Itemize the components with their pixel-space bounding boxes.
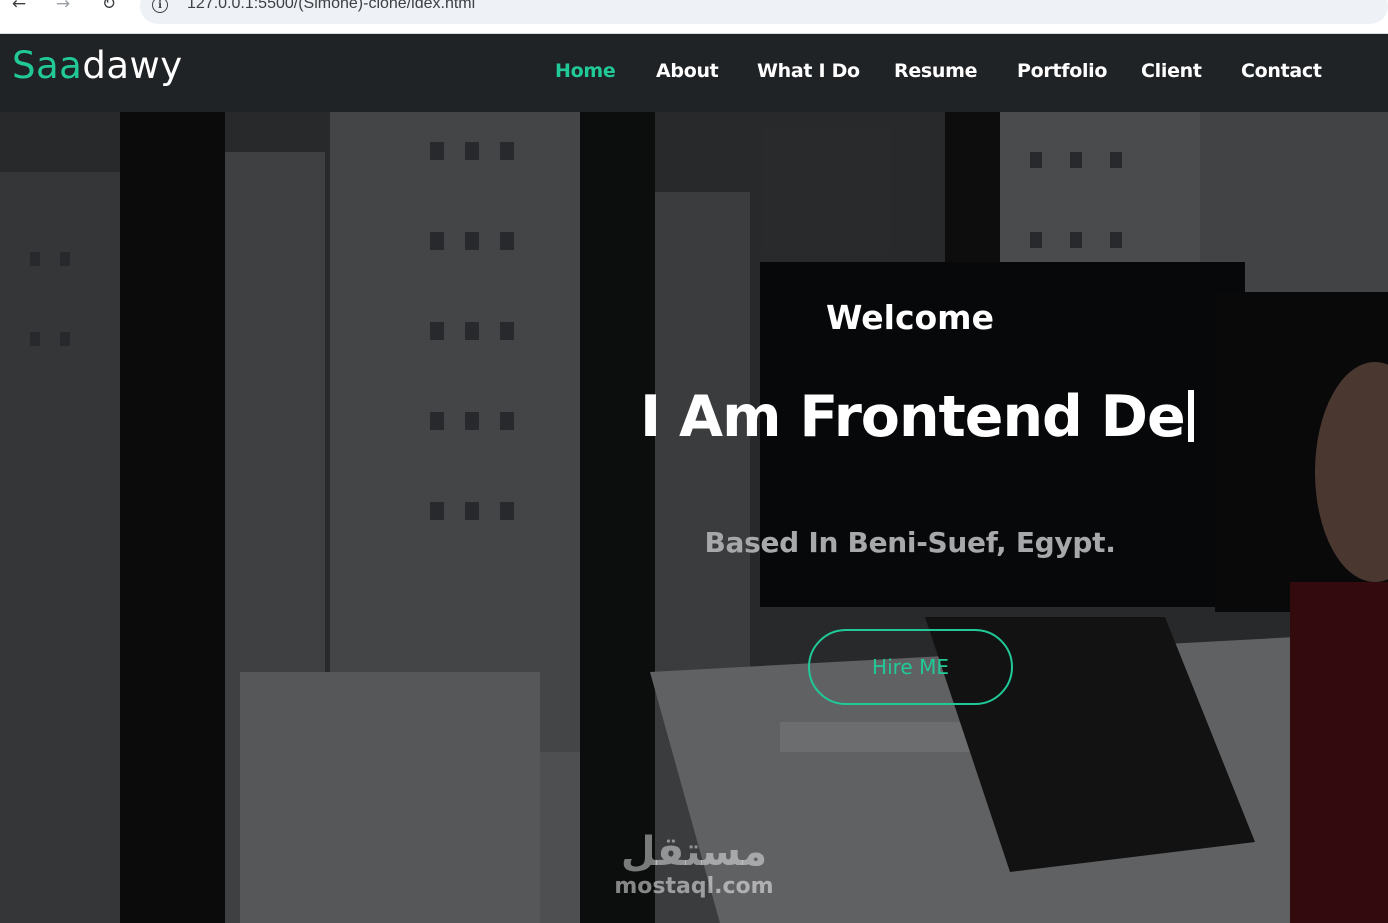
typing-caret [1187,390,1194,442]
arrow-left-icon[interactable]: ← [6,0,32,12]
nav-about[interactable]: About [656,60,719,82]
logo-part-white: dawy [82,44,183,87]
nav-client[interactable]: Client [1141,60,1202,82]
nav-contact[interactable]: Contact [1241,60,1322,82]
watermark-latin: mostaql.com [614,874,774,899]
hero-dark-overlay [0,112,1388,923]
nav-resume[interactable]: Resume [894,60,978,82]
hero-welcome: Welcome [826,298,994,337]
site-header: Saadawy Home About What I Do Resume Port… [0,34,1388,112]
nav-portfolio[interactable]: Portfolio [1017,60,1107,82]
nav-what-i-do[interactable]: What I Do [757,60,860,82]
url-text[interactable]: 127.0.0.1:5500/(Simone)-clone/idex.html [187,0,475,13]
logo-part-accent: Saa [12,44,83,87]
hero-headline: I Am Frontend De [640,384,1194,450]
site-logo[interactable]: Saadawy [12,44,183,87]
nav-home[interactable]: Home [555,60,616,82]
hero-section: Welcome I Am Frontend De Based In Beni-S… [0,112,1388,923]
hero-location: Based In Beni-Suef, Egypt. [704,526,1116,559]
reload-icon[interactable]: ↻ [96,0,122,12]
hero-headline-text: I Am Frontend De [640,384,1186,450]
arrow-right-icon[interactable]: → [50,0,76,12]
hire-me-button[interactable]: Hire ME [808,629,1013,705]
browser-toolbar: ← → ↻ i 127.0.0.1:5500/(Simone)-clone/id… [0,0,1388,34]
mostaql-watermark: مستقل mostaql.com [606,830,782,910]
watermark-arabic: مستقل [620,829,768,875]
